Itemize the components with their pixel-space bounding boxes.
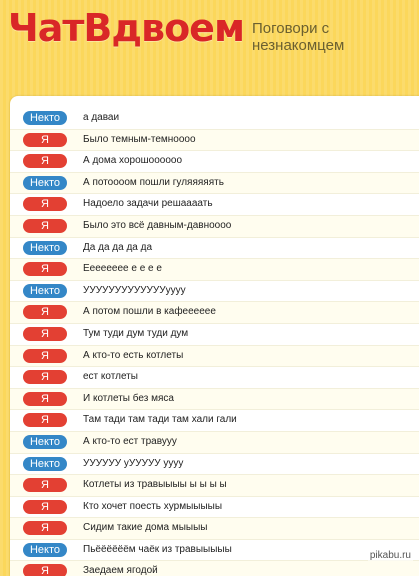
chat-message-row: Яест котлеты [10, 367, 419, 389]
site-header: ЧатВдвоем Поговори с незнакомцем [0, 0, 419, 92]
sender-badge: Я [23, 262, 67, 277]
sender-badge: Некто [23, 240, 67, 255]
message-text: Котлеты из травыыыы ы ы ы ы [83, 479, 227, 491]
sender-badge: Я [23, 197, 67, 212]
message-text: Сидим такие дома мыыыы [83, 522, 208, 534]
chat-message-row: Некто Да да да да да [10, 238, 419, 260]
sender-badge: Я [23, 218, 67, 233]
message-text: И котлеты без мяса [83, 392, 174, 404]
chat-message-row: Некто Пьёёёёёём чаёк из травыыыыы [10, 540, 419, 562]
message-text: А кто-то есть котлеты [83, 349, 184, 361]
chat-message-row: Я Тум туди дум туди дум [10, 324, 419, 346]
chat-message-row: Я И котлеты без мяса [10, 388, 419, 411]
message-text: Да да да да да [83, 241, 153, 253]
chat-message-row: Я Ееееееее е е е е [10, 259, 419, 281]
message-text: Было это всё давным-давноооо [83, 219, 232, 231]
message-text: Кто хочет поесть хурмыыыыы [83, 500, 223, 512]
sender-badge: Я [23, 154, 67, 169]
sender-badge: Я [23, 521, 67, 536]
message-text: ест котлеты [83, 371, 138, 383]
message-text: Пьёёёёёём чаёк из травыыыыы [83, 543, 232, 555]
chat-message-row: Некто а даваи [10, 108, 419, 130]
chat-log-panel: Некто а даваи Я Было темным-темноооо Я А дома… [10, 96, 419, 576]
site-tagline: Поговори с незнакомцем [252, 20, 345, 54]
message-text: А дома хорошоооооо [83, 155, 183, 167]
sender-badge: Я [23, 326, 67, 341]
message-text: Ееееееее е е е е [83, 263, 162, 275]
message-text: А кто-то ест травууу [83, 435, 177, 447]
sender-badge: Некто [23, 175, 67, 190]
message-text: УУУУУУУУУУУУУуууу [83, 284, 186, 296]
message-text: Надоело задачи решаааать [83, 198, 213, 210]
message-text: УУУУУУ уУУУУУ уууу [83, 457, 184, 469]
message-text: Было темным-темноооо [83, 133, 196, 145]
chat-message-row: Я Было темным-темноооо [10, 129, 419, 152]
chat-message-row: Некто А кто-то ест травууу [10, 431, 419, 454]
chat-message-row: Я А дома хорошоооооо [10, 151, 419, 173]
message-text: А потоооом пошли гуляяяяять [83, 176, 224, 188]
message-text: Заедаем ягодой [83, 565, 158, 576]
chat-message-row: Я Сидим такие дома мыыыы [10, 518, 419, 540]
message-text: Там тади там тади там хали гали [83, 414, 237, 426]
message-text: а даваи [83, 112, 120, 123]
chat-message-row: Я А потом пошли в кафееееее [10, 302, 419, 324]
sender-badge: Я [23, 370, 67, 385]
sender-badge: Некто [23, 456, 67, 471]
chat-message-row: Я Котлеты из травыыыы ы ы ы ы [10, 475, 419, 497]
watermark: pikabu.ru [367, 550, 413, 561]
chat-message-row: Я Там тади там тади там хали гали [10, 410, 419, 432]
chat-message-row: Я Кто хочет поесть хурмыыыыы [10, 497, 419, 519]
sender-badge: Некто [23, 434, 67, 449]
sender-badge: Я [23, 391, 67, 406]
chat-message-row: Я Заедаем ягодой [10, 561, 419, 576]
site-logo[interactable]: ЧатВдвоем [8, 6, 245, 50]
chat-message-row: Некто УУУУУУ уУУУУУ уууу [10, 454, 419, 476]
sender-badge: Я [23, 478, 67, 493]
chat-message-row: Я Надоело задачи решаааать [10, 194, 419, 216]
message-text: А потом пошли в кафееееее [83, 306, 216, 318]
sender-badge: Некто [23, 111, 67, 125]
sender-badge: Некто [23, 542, 67, 557]
chat-message-row: Я А кто-то есть котлеты [10, 345, 419, 368]
sender-badge: Я [23, 413, 67, 428]
message-text: Тум туди дум туди дум [83, 327, 189, 339]
sender-badge: Я [23, 132, 67, 147]
chat-message-row: Я Было это всё давным-давноооо [10, 215, 419, 238]
chat-message-list: Некто а даваи Я Было темным-темноооо Я А дома… [10, 108, 419, 576]
sender-badge: Я [23, 564, 67, 576]
sender-badge: Некто [23, 283, 67, 298]
chat-message-row: Некто УУУУУУУУУУУУУуууу [10, 281, 419, 303]
chat-message-row: Некто А потоооом пошли гуляяяяять [10, 172, 419, 195]
sender-badge: Я [23, 305, 67, 320]
sender-badge: Я [23, 348, 67, 363]
sender-badge: Я [23, 499, 67, 514]
